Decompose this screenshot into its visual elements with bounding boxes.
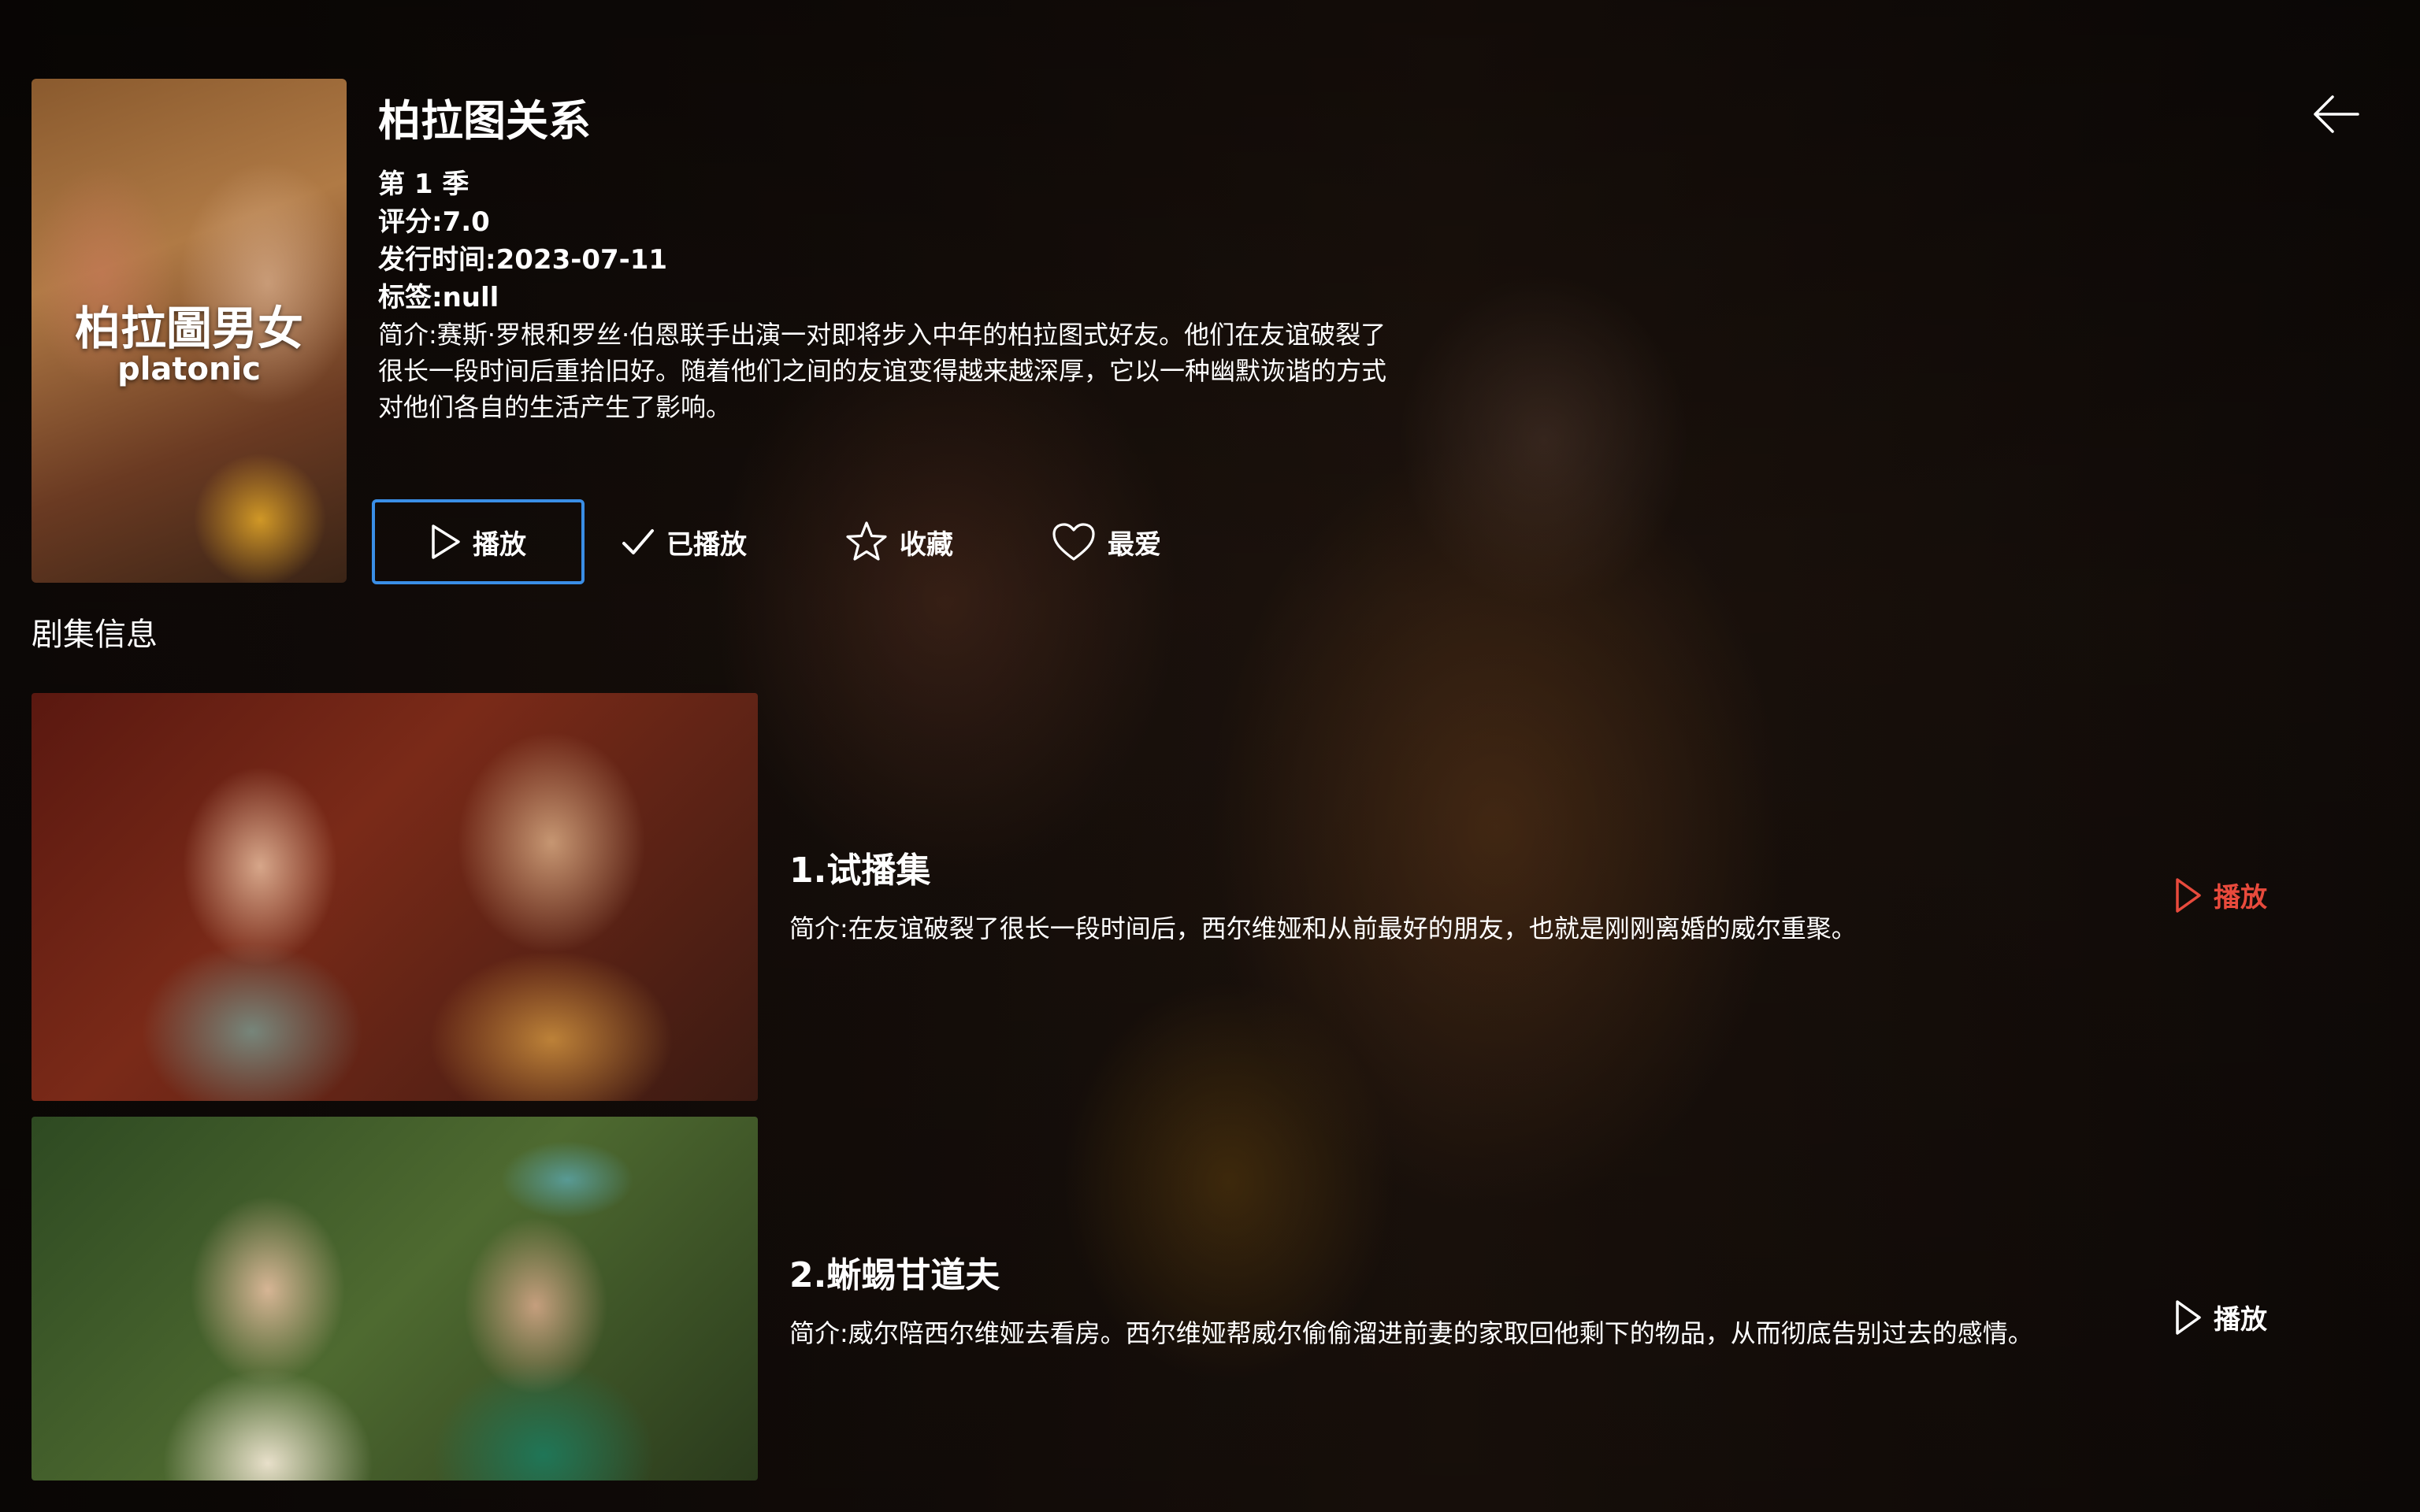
played-button[interactable]: 已播放 xyxy=(599,499,769,584)
episode-play-label: 播放 xyxy=(2214,882,2267,914)
show-title: 柏拉图关系 xyxy=(378,96,591,146)
play-button[interactable]: 播放 xyxy=(372,499,585,584)
heart-icon xyxy=(1052,523,1095,561)
show-poster: 柏拉圖男女 platonic xyxy=(32,79,347,583)
action-bar: 播放 已播放 收藏 最爱 xyxy=(372,498,1197,586)
back-arrow-icon xyxy=(2314,95,2359,133)
favorite-button-label: 最爱 xyxy=(1108,528,1161,561)
details-page: 柏拉圖男女 platonic 柏拉图关系 第 1 季 评分:7.0 发行时间:2… xyxy=(0,0,2420,1512)
episode-summary: 简介:威尔陪西尔维娅去看房。西尔维娅帮威尔偷偷溜进前妻的家取回他剩下的物品，从而… xyxy=(789,1318,2033,1348)
episode-thumbnail[interactable] xyxy=(32,1117,758,1480)
play-button-label: 播放 xyxy=(473,528,526,561)
poster-title-en: platonic xyxy=(117,351,261,387)
episode-summary: 简介:在友谊破裂了很长一段时间后，西尔维娅和从前最好的朋友，也就是刚刚离婚的威尔… xyxy=(789,914,1857,943)
episodes-section-title: 剧集信息 xyxy=(32,617,158,653)
favorite-button[interactable]: 最爱 xyxy=(1029,499,1183,584)
back-button[interactable] xyxy=(2308,87,2363,142)
episode-item[interactable]: 2.蜥蜴甘道夫 简介:威尔陪西尔维娅去看房。西尔维娅帮威尔偷偷溜进前妻的家取回他… xyxy=(32,1117,2348,1480)
check-icon xyxy=(622,529,654,554)
rating-label: 评分:7.0 xyxy=(378,206,490,238)
release-date-label: 发行时间:2023-07-11 xyxy=(378,244,668,276)
episode-title: 1.试播集 xyxy=(789,850,931,891)
episode-thumbnail[interactable] xyxy=(32,693,758,1101)
episode-play-label: 播放 xyxy=(2214,1304,2267,1336)
collect-button[interactable]: 收藏 xyxy=(822,499,975,584)
star-icon xyxy=(846,521,887,561)
episode-play-button[interactable]: 播放 xyxy=(2174,876,2267,914)
episode-item[interactable]: 1.试播集 简介:在友谊破裂了很长一段时间后，西尔维娅和从前最好的朋友，也就是刚… xyxy=(32,693,2348,1102)
played-button-label: 已播放 xyxy=(666,528,747,561)
collect-button-label: 收藏 xyxy=(900,528,953,561)
episode-title: 2.蜥蜴甘道夫 xyxy=(789,1255,1000,1295)
season-label: 第 1 季 xyxy=(378,169,470,200)
play-icon xyxy=(432,524,460,559)
tags-label: 标签:null xyxy=(378,282,499,313)
play-icon xyxy=(2176,1299,2201,1335)
play-icon xyxy=(2176,877,2201,913)
episode-play-button[interactable]: 播放 xyxy=(2174,1298,2267,1336)
show-info: 柏拉图关系 第 1 季 评分:7.0 发行时间:2023-07-11 标签:nu… xyxy=(378,91,1386,425)
poster-title-cn: 柏拉圖男女 xyxy=(74,302,303,355)
show-summary: 简介:赛斯·罗根和罗丝·伯恩联手出演一对即将步入中年的柏拉图式好友。他们在友谊破… xyxy=(378,320,1387,422)
